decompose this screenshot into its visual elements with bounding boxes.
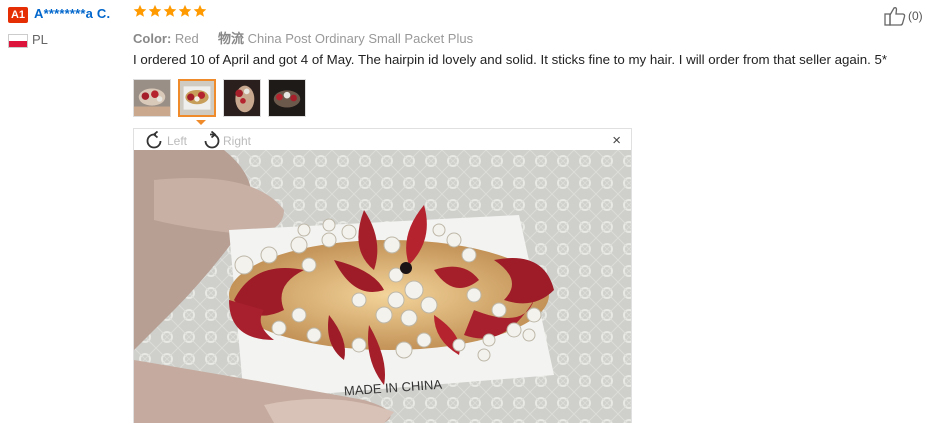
rotate-right-button[interactable]: Right xyxy=(200,131,251,151)
hairpin-photo: MADE IN CHINA xyxy=(134,150,631,423)
helpful-button[interactable]: (0) xyxy=(884,6,923,26)
poland-flag-icon xyxy=(8,34,28,48)
photo-thumbnail-1[interactable] xyxy=(133,79,171,117)
order-attributes: Color: Red 物流 China Post Ordinary Small … xyxy=(133,28,473,47)
star-rating xyxy=(133,4,207,18)
star-icon xyxy=(178,4,192,17)
rotate-left-label: Left xyxy=(167,134,188,148)
shipping-value: China Post Ordinary Small Packet Plus xyxy=(247,31,474,46)
rotate-left-button[interactable]: Left xyxy=(144,131,187,151)
thumbs-up-icon xyxy=(884,7,906,26)
star-icon xyxy=(193,4,207,17)
review-photo-thumbnails xyxy=(133,79,306,117)
shipping-label: 物流 xyxy=(218,31,245,46)
close-viewer-button[interactable]: × xyxy=(612,133,621,148)
reviewer-name[interactable]: A********a C. xyxy=(34,6,110,21)
photo-thumbnail-2[interactable] xyxy=(178,79,216,117)
review-text: I ordered 10 of April and got 4 of May. … xyxy=(133,52,888,67)
star-icon xyxy=(163,4,177,17)
color-label: Color: xyxy=(133,31,172,46)
rotate-right-icon xyxy=(204,131,220,149)
photo-viewer: Left Right × MADE IN CHINA xyxy=(133,128,632,423)
photo-thumbnail-3[interactable] xyxy=(223,79,261,117)
rotate-left-icon xyxy=(146,131,162,149)
viewer-toolbar: Left Right × xyxy=(134,129,631,151)
buyer-level-badge: A1 xyxy=(8,7,28,23)
reviewer-country: PL xyxy=(32,32,48,47)
color-value: Red xyxy=(174,31,199,46)
review-photo-large: MADE IN CHINA xyxy=(134,150,631,423)
rotate-right-label: Right xyxy=(223,134,252,148)
active-thumbnail-pointer xyxy=(196,120,206,125)
star-icon xyxy=(133,4,147,17)
helpful-count: (0) xyxy=(908,9,923,23)
star-icon xyxy=(148,4,162,17)
photo-thumbnail-4[interactable] xyxy=(268,79,306,117)
